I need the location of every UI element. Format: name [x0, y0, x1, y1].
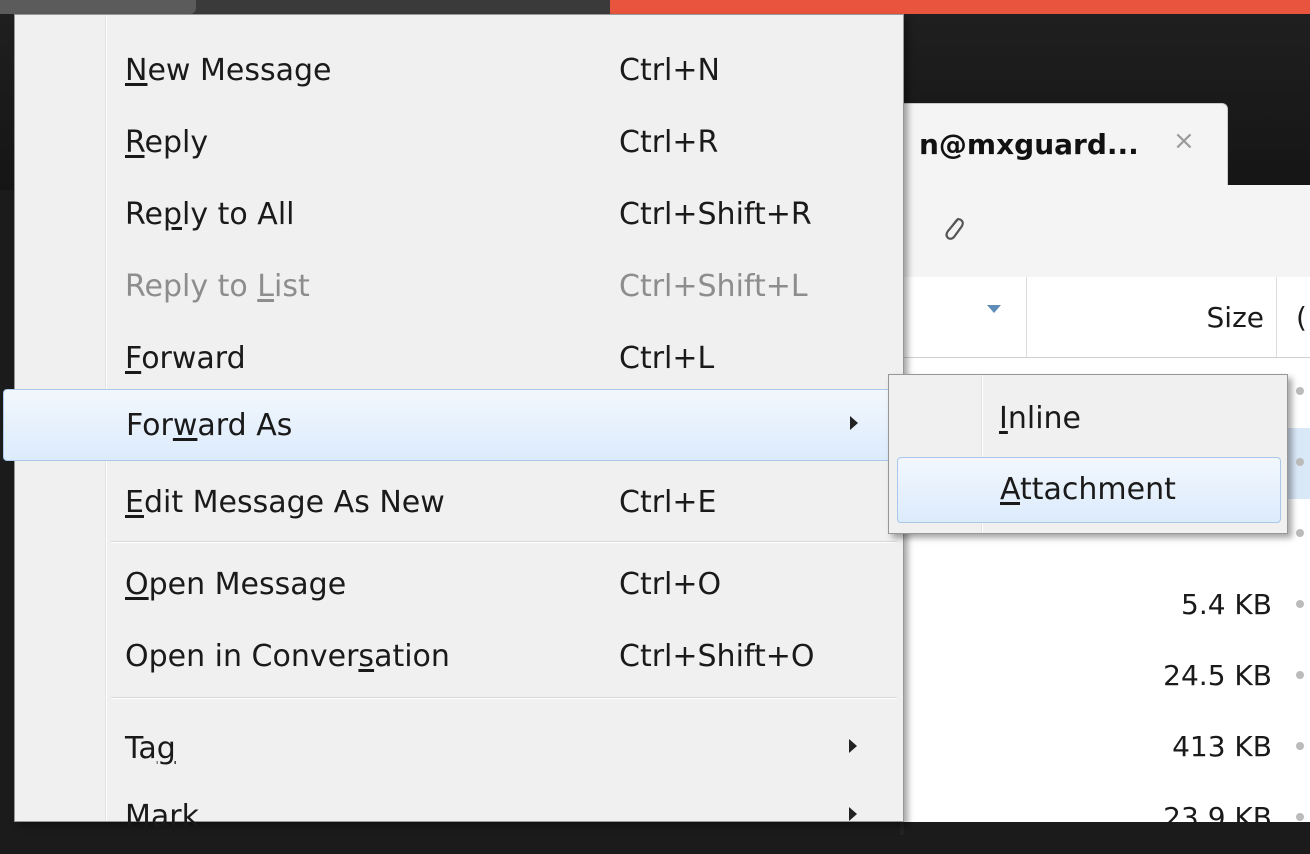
submenu-arrow-icon — [849, 739, 857, 753]
menu-item-label: Edit Message As New — [125, 485, 445, 520]
menu-item-forward-as[interactable]: Forward As — [3, 389, 903, 461]
menu-separator — [111, 697, 897, 699]
menu-item-reply-to-list: Reply to List Ctrl+Shift+L — [15, 251, 903, 323]
menu-item-label: Forward As — [126, 408, 293, 443]
submenu-arrow-icon — [850, 416, 858, 430]
menu-item-label: New Message — [125, 53, 332, 88]
menu-item-label: Attachment — [1000, 472, 1176, 507]
menu-item-shortcut: Ctrl+O — [619, 567, 722, 602]
menu-item-shortcut: Ctrl+Shift+O — [619, 639, 815, 674]
menu-item-label: Open Message — [125, 567, 347, 602]
menu-item-shortcut: Ctrl+R — [619, 125, 719, 160]
menu-item-open-message[interactable]: Open Message Ctrl+O — [15, 549, 903, 621]
message-context-menu: New Message Ctrl+N Reply Ctrl+R Reply to… — [3, 14, 904, 834]
menu-item-shortcut: Ctrl+E — [619, 485, 717, 520]
read-status-dot[interactable] — [1296, 458, 1304, 466]
message-row[interactable]: 23.9 KB — [900, 783, 1310, 854]
menu-item-open-in-conversation[interactable]: Open in Conversation Ctrl+Shift+O — [15, 621, 903, 693]
message-size: 24.5 KB — [1163, 659, 1272, 692]
read-status-dot[interactable] — [1296, 529, 1304, 537]
message-row[interactable]: 413 KB — [900, 712, 1310, 783]
mail-tab[interactable]: n@mxguard... × — [900, 103, 1228, 185]
read-status-dot[interactable] — [1296, 813, 1304, 821]
menu-item-new-message[interactable]: New Message Ctrl+N — [15, 35, 903, 107]
menu-item-label: Forward — [125, 341, 246, 376]
close-icon[interactable]: × — [1173, 126, 1195, 156]
next-column-header[interactable]: ( — [1296, 301, 1307, 334]
read-status-dot[interactable] — [1296, 671, 1304, 679]
menu-separator — [111, 541, 897, 543]
quick-filter-toolbar — [900, 185, 1310, 278]
message-size: 5.4 KB — [1181, 588, 1272, 621]
menu-item-label: Mark — [125, 799, 199, 834]
menu-item-mark[interactable]: Mark — [15, 781, 903, 853]
menu-item-forward[interactable]: Forward Ctrl+L — [15, 323, 903, 395]
app-menu-tab[interactable] — [0, 0, 196, 14]
sort-descending-icon[interactable] — [986, 299, 1002, 318]
read-status-dot[interactable] — [1296, 600, 1304, 608]
size-column-header[interactable]: Size — [1144, 301, 1264, 334]
menu-item-label: Tag — [125, 731, 176, 766]
submenu-item-attachment[interactable]: Attachment — [897, 457, 1281, 523]
menu-item-edit-as-new[interactable]: Edit Message As New Ctrl+E — [15, 467, 903, 539]
menu-item-shortcut: Ctrl+Shift+L — [619, 269, 808, 304]
menu-item-shortcut: Ctrl+L — [619, 341, 715, 376]
message-row[interactable]: 24.5 KB — [900, 641, 1310, 712]
message-size: 23.9 KB — [1163, 801, 1272, 834]
paperclip-icon[interactable] — [940, 213, 966, 250]
column-divider[interactable] — [1026, 277, 1027, 357]
forward-as-submenu: Inline Attachment — [888, 374, 1288, 534]
read-status-dot[interactable] — [1296, 742, 1304, 750]
menu-item-shortcut: Ctrl+Shift+R — [619, 197, 812, 232]
menu-item-label: Inline — [999, 401, 1082, 436]
column-divider[interactable] — [1276, 277, 1277, 357]
menu-item-label: Reply — [125, 125, 209, 160]
menu-item-tag[interactable]: Tag — [15, 713, 903, 785]
accent-bar — [610, 0, 1310, 14]
menu-item-reply[interactable]: Reply Ctrl+R — [15, 107, 903, 179]
mail-tab-title: n@mxguard... — [919, 128, 1139, 161]
submenu-item-inline[interactable]: Inline — [897, 383, 1281, 455]
column-header-row: Size ( — [900, 277, 1310, 358]
menu-item-reply-to-all[interactable]: Reply to All Ctrl+Shift+R — [15, 179, 903, 251]
menu-item-shortcut: Ctrl+N — [619, 53, 720, 88]
read-status-dot[interactable] — [1296, 387, 1304, 395]
message-row[interactable]: 5.4 KB — [900, 570, 1310, 641]
menu-item-label: Reply to List — [125, 269, 310, 304]
menu-item-label: Open in Conversation — [125, 639, 450, 674]
submenu-arrow-icon — [849, 807, 857, 821]
message-size: 413 KB — [1172, 730, 1272, 763]
menu-item-label: Reply to All — [125, 197, 295, 232]
